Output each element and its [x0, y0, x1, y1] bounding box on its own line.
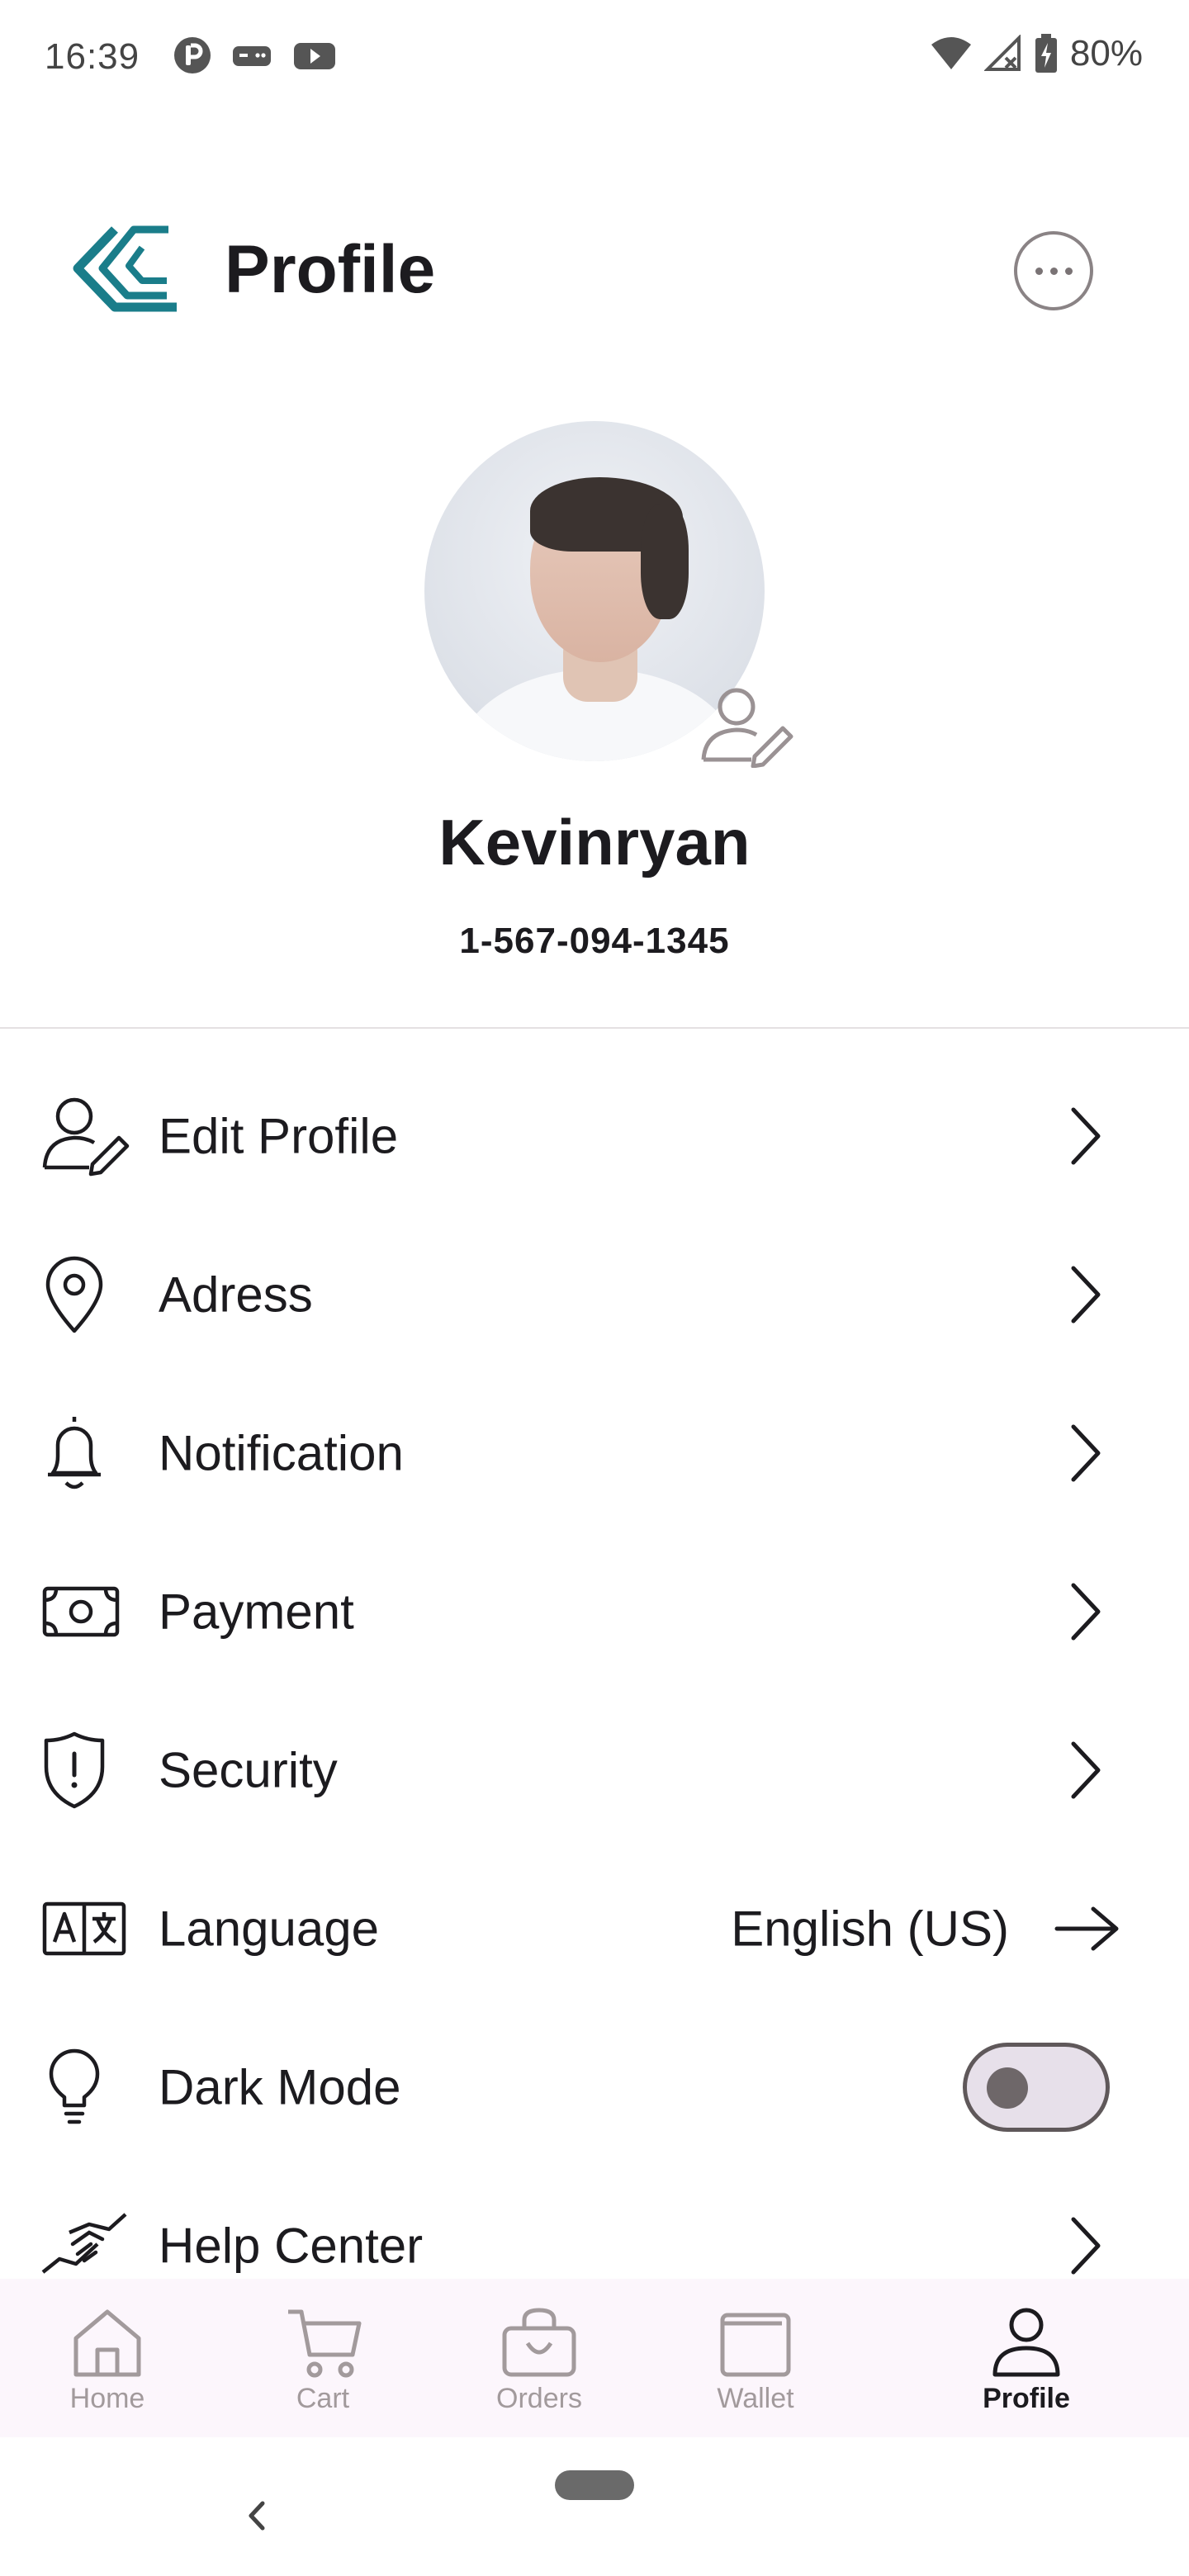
nav-label-cart: Cart	[296, 2383, 350, 2414]
wifi-icon	[931, 37, 971, 69]
bell-icon	[48, 1417, 101, 1489]
nav-item-home[interactable]: Home	[0, 2279, 215, 2437]
user-edit-icon	[42, 1097, 130, 1177]
chevron-right-icon	[1071, 1266, 1101, 1324]
handshake-icon	[41, 2213, 127, 2274]
no-signal-icon	[983, 35, 1021, 71]
nav-label-orders: Orders	[496, 2383, 582, 2414]
youtube-icon	[294, 43, 335, 69]
home-gesture-pill[interactable]	[555, 2470, 634, 2500]
menu-label-help-center: Help Center	[159, 2218, 424, 2274]
user-edit-icon[interactable]	[697, 685, 796, 768]
menu-label-payment: Payment	[159, 1584, 354, 1640]
menu-item-security[interactable]: Security	[0, 1691, 1189, 1849]
profile-screen: 16:39 80% Profile Kevinryan 1-567-094-13…	[0, 0, 1189, 2576]
nav-item-profile[interactable]: Profile	[864, 2279, 1189, 2437]
user-phone: 1-567-094-1345	[459, 921, 730, 961]
settings-menu: Edit Profile Adress Notification Payment…	[0, 1057, 1189, 2325]
more-horizontal-icon	[1035, 267, 1043, 275]
chevron-right-icon	[1071, 1741, 1101, 1799]
avatar-hair-side	[641, 504, 689, 619]
nav-label-profile: Profile	[983, 2383, 1070, 2414]
language-value: English (US)	[731, 1901, 1009, 1957]
dark-mode-toggle[interactable]	[963, 2043, 1110, 2132]
menu-item-notification[interactable]: Notification	[0, 1374, 1189, 1532]
banknote-icon	[42, 1586, 120, 1637]
wallet-icon	[720, 2313, 791, 2377]
menu-label-security: Security	[159, 1742, 338, 1798]
status-time: 16:39	[45, 36, 140, 77]
nav-item-orders[interactable]: Orders	[431, 2279, 647, 2437]
status-bar: 16:39 80%	[0, 0, 1189, 116]
chevron-right-icon	[1071, 1107, 1101, 1165]
system-navigation-bar	[0, 2437, 1189, 2576]
location-pin-icon	[45, 1256, 103, 1333]
menu-label-edit-profile: Edit Profile	[159, 1108, 399, 1164]
menu-item-address[interactable]: Adress	[0, 1215, 1189, 1374]
battery-percentage: 80%	[1069, 33, 1143, 73]
menu-item-dark-mode[interactable]: Dark Mode	[0, 2008, 1189, 2166]
brand-logo-icon	[73, 225, 177, 312]
nav-label-wallet: Wallet	[717, 2383, 794, 2414]
user-name: Kevinryan	[438, 806, 751, 878]
chevron-right-icon	[1071, 1424, 1101, 1482]
menu-item-language[interactable]: Language English (US)	[0, 1849, 1189, 2008]
app-p-icon	[174, 37, 211, 73]
back-icon[interactable]	[239, 2495, 272, 2536]
status-system-icons: 80%	[930, 33, 1143, 74]
chevron-right-icon	[1071, 1583, 1101, 1641]
nav-label-home: Home	[69, 2383, 145, 2414]
more-dot	[1049, 267, 1058, 275]
orders-bag-icon	[502, 2308, 576, 2377]
menu-item-edit-profile[interactable]: Edit Profile	[0, 1057, 1189, 1215]
arrow-right-icon	[1054, 1906, 1119, 1951]
menu-item-payment[interactable]: Payment	[0, 1532, 1189, 1691]
battery-charging-icon	[1035, 34, 1057, 73]
page-title: Profile	[225, 232, 436, 307]
translate-icon	[42, 1901, 126, 1956]
header: Profile	[0, 198, 1189, 339]
menu-label-address: Adress	[159, 1267, 313, 1323]
lightbulb-icon	[49, 2048, 100, 2124]
nav-item-wallet[interactable]: Wallet	[647, 2279, 864, 2437]
home-icon	[73, 2309, 141, 2377]
menu-label-language: Language	[159, 1901, 379, 1957]
bottom-navigation: Home Cart Orders Wallet Profile	[0, 2279, 1189, 2437]
nav-item-cart[interactable]: Cart	[215, 2279, 431, 2437]
more-dot	[1064, 267, 1073, 275]
profile-icon	[992, 2308, 1060, 2377]
shield-alert-icon	[44, 1731, 105, 1809]
menu-label-dark-mode: Dark Mode	[159, 2059, 401, 2115]
avatar-container[interactable]	[424, 421, 793, 768]
more-options-button[interactable]	[1014, 231, 1093, 310]
gamepad-icon	[233, 46, 271, 66]
toggle-knob	[987, 2067, 1028, 2109]
status-notification-icons	[173, 36, 337, 74]
cart-icon	[288, 2309, 362, 2378]
chevron-right-icon	[1071, 2217, 1101, 2275]
menu-label-notification: Notification	[159, 1425, 404, 1481]
divider	[0, 1027, 1189, 1029]
